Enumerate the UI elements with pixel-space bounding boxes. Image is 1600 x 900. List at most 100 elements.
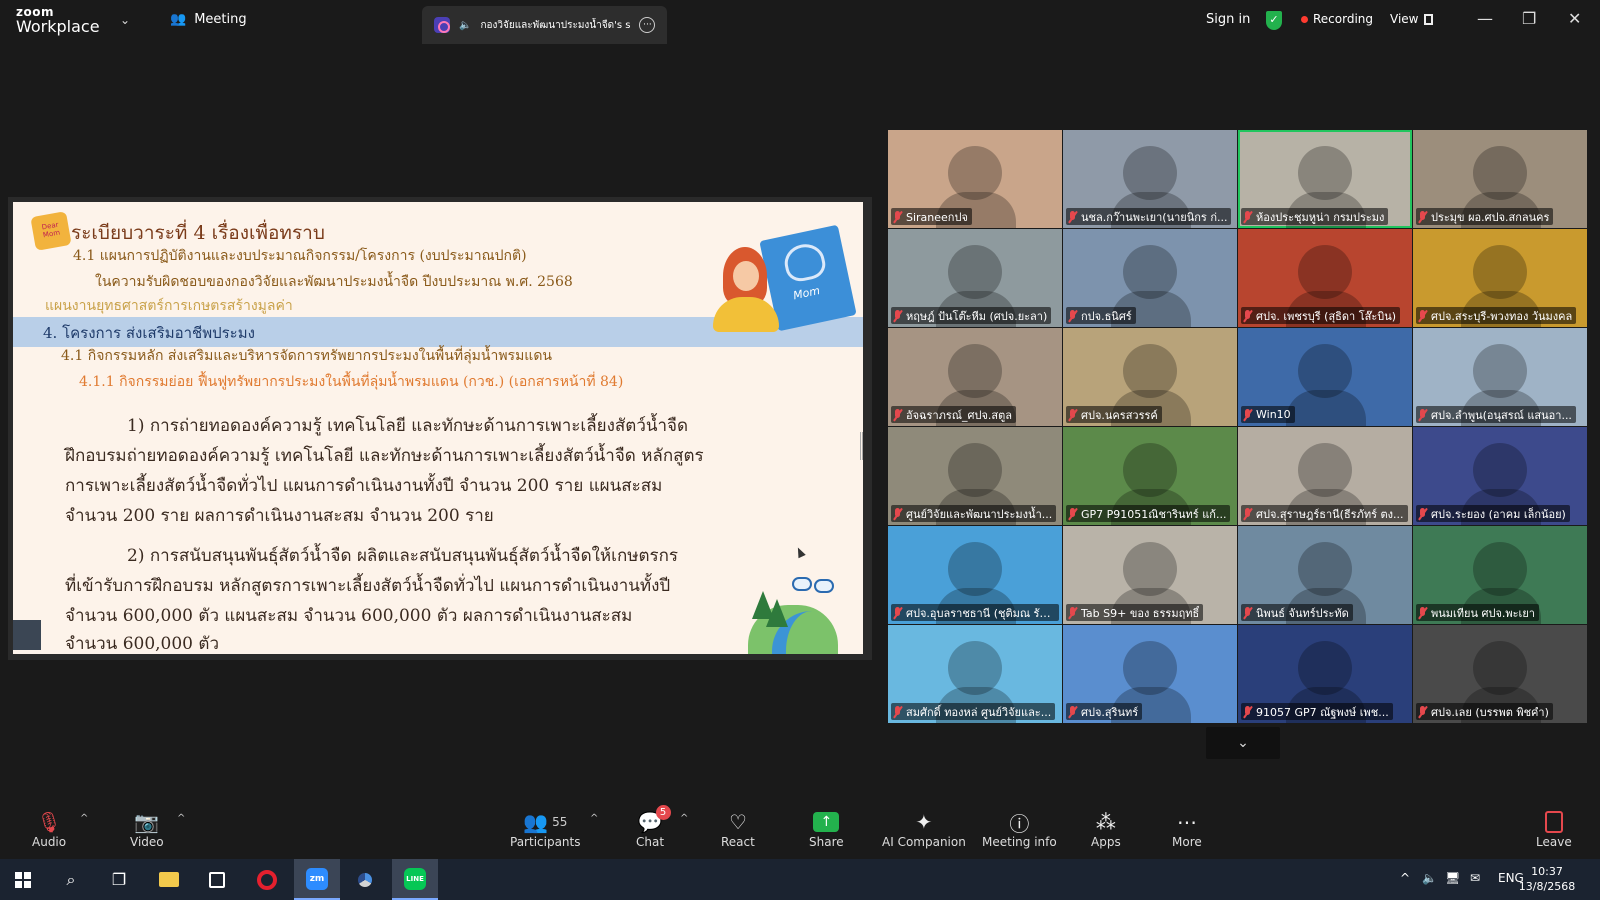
participant-name: Win10 — [1256, 408, 1291, 421]
participant-video-tile[interactable]: หฤษฎ์ ปันโต๊ะหีม (ศปจ.ยะลา) — [888, 229, 1062, 327]
chevron-down-icon[interactable]: ⌄ — [120, 13, 130, 27]
network-icon[interactable]: 🖥 — [1445, 871, 1460, 885]
participant-video-tile[interactable]: ประมุข ผอ.ศปจ.สกลนคร — [1413, 130, 1587, 228]
react-button[interactable]: ♡ React — [721, 809, 755, 849]
gallery-next-page-button[interactable]: ⌄ — [1206, 727, 1280, 759]
heart-react-icon: ♡ — [728, 810, 747, 834]
file-explorer-button[interactable] — [146, 859, 192, 900]
opera-icon — [257, 869, 277, 890]
participant-video-tile[interactable]: ศปจ.อุบลราชธานี (ชุติมณ รัต... — [888, 526, 1062, 624]
chat-icon: 💬 5 — [638, 805, 671, 835]
meeting-info-button[interactable]: ⓘ Meeting info — [982, 809, 1057, 850]
recording-indicator[interactable]: Recording — [1301, 12, 1373, 26]
participant-name-label: หฤษฎ์ ปันโต๊ะหีม (ศปจ.ยะลา) — [891, 307, 1052, 324]
restore-icon[interactable]: ❐ — [1522, 9, 1536, 28]
participant-video-tile[interactable]: พนมเทียน ศปจ.พะเยา — [1413, 526, 1587, 624]
participants-options-caret-icon[interactable]: ^ — [590, 813, 598, 824]
slide-subactivity: 4.1.1 กิจกรรมย่อย ฟื้นฟูทรัพยากรประมงในพ… — [79, 374, 624, 390]
participant-name-label: ประมุข ผอ.ศปจ.สกลนคร — [1416, 208, 1554, 225]
participant-video-tile[interactable]: 91057 GP7 ณัฐพงษ์ เพช... — [1238, 625, 1412, 723]
participant-video-tile[interactable]: Win10 — [1238, 328, 1412, 426]
meeting-tab[interactable]: 🔈 กองวิจัยและพัฒนาประมงน้ำจืด's s ··· — [422, 6, 667, 44]
participant-video-tile[interactable]: ศปจ.สุรินทร์ — [1063, 625, 1237, 723]
more-button[interactable]: ⋯ More — [1172, 809, 1202, 849]
slide-para1-line1: 1) การถ่ายทอดองค์ความรู้ เทคโนโลยี และทั… — [127, 416, 689, 436]
opera-button[interactable] — [244, 859, 290, 900]
sparkle-icon: ✦ — [915, 810, 933, 834]
zoom-workplace-logo[interactable]: zoom Workplace — [16, 6, 100, 35]
participant-name-label: อัจฉราภรณ์_ศปจ.สตูล — [891, 406, 1016, 423]
participant-name-label: ศปจ.เลย (บรรพต พิชคำ) — [1416, 703, 1553, 720]
store-button[interactable] — [194, 859, 240, 900]
minimize-icon[interactable]: — — [1477, 9, 1493, 28]
security-shield-icon[interactable]: ✓ — [1266, 11, 1282, 30]
search-button[interactable]: ⌕ — [48, 859, 94, 900]
chat-options-caret-icon[interactable]: ^ — [680, 813, 688, 824]
participant-name-label: 91057 GP7 ณัฐพงษ์ เพช... — [1241, 703, 1393, 720]
clock-date: 13/8/2568 — [1518, 880, 1576, 893]
participant-video-tile[interactable]: ศปจ.เลย (บรรพต พิชคำ) — [1413, 625, 1587, 723]
speaker-icon[interactable]: 🔈 — [459, 20, 471, 31]
more-options-icon[interactable]: ··· — [639, 17, 656, 33]
tray-chevron-icon[interactable]: ^ — [1400, 871, 1410, 885]
meeting-menu-button[interactable]: 👥 Meeting — [170, 12, 247, 27]
chat-button[interactable]: 💬 5 Chat — [636, 805, 671, 849]
task-view-button[interactable]: ❐ — [96, 859, 142, 900]
start-button[interactable] — [0, 859, 46, 900]
participant-video-tile[interactable]: กปจ.ธนิศร์ — [1063, 229, 1237, 327]
mic-muted-icon: 🎙 — [36, 810, 62, 834]
system-clock[interactable]: 10:37 13/8/2568 — [1512, 864, 1582, 894]
participant-video-tile[interactable]: ศปจ.ลำพูน(อนุสรณ์ แสนอา... — [1413, 328, 1587, 426]
audio-button[interactable]: 🎙 Audio — [32, 809, 66, 849]
participant-video-tile[interactable]: Tab S9+ ของ ธรรมฤทธิ์ — [1063, 526, 1237, 624]
volume-icon[interactable]: 🔈 — [1422, 871, 1437, 885]
participant-name-label: ห้องประชุมหูน่า กรมประมง — [1241, 208, 1389, 225]
participant-name-label: นิพนธ์ จันทร์ประทัด — [1241, 604, 1353, 621]
participant-name-label: ศปจ.สุราษฎร์ธานี(ธีรภัทร์ ตง... — [1241, 505, 1408, 522]
participants-count: 55 — [552, 815, 568, 829]
apps-button[interactable]: ⁂ Apps — [1091, 809, 1121, 849]
participant-video-tile[interactable]: ศปจ.นครสวรรค์ — [1063, 328, 1237, 426]
zoom-taskbar-button[interactable]: zm — [294, 859, 340, 900]
mic-muted-icon — [1418, 507, 1427, 520]
leave-button[interactable]: Leave — [1536, 809, 1572, 849]
mic-muted-icon — [1068, 309, 1077, 322]
ai-companion-button[interactable]: ✦ AI Companion — [882, 809, 966, 849]
slide-para2-line1: 2) การสนับสนุนพันธุ์สัตว์น้ำจืด ผลิตและส… — [127, 546, 679, 566]
participant-video-tile[interactable]: ห้องประชุมหูน่า กรมประมง — [1238, 130, 1412, 228]
shared-screen[interactable]: Dear Mom ระเบียบวาระที่ 4 เรื่องเพื่อทรา… — [8, 197, 872, 660]
panel-splitter-handle[interactable] — [860, 432, 863, 460]
participant-video-tile[interactable]: Siraneeกปจ — [888, 130, 1062, 228]
line-button[interactable]: LINE — [392, 859, 438, 900]
mouse-cursor-icon — [794, 545, 806, 559]
participant-video-tile[interactable]: สมศักดิ์ ทองหล่ ศูนย์วิจัยและ... — [888, 625, 1062, 723]
participant-video-tile[interactable]: อัจฉราภรณ์_ศปจ.สตูล — [888, 328, 1062, 426]
participant-video-tile[interactable]: GP7 P91051ณิชารินทร์ แก้... — [1063, 427, 1237, 525]
browser-button[interactable] — [342, 859, 388, 900]
slide-corner-block — [13, 620, 41, 650]
participant-video-tile[interactable]: ศปจ. เพชรบุรี (สุธิดา โส๊ะบิน) — [1238, 229, 1412, 327]
close-icon[interactable]: ✕ — [1568, 9, 1581, 28]
participant-video-tile[interactable]: ศปจ.สุราษฎร์ธานี(ธีรภัทร์ ตง... — [1238, 427, 1412, 525]
participant-name: 91057 GP7 ณัฐพงษ์ เพช... — [1256, 705, 1389, 719]
notification-icon[interactable]: ✉ — [1470, 871, 1480, 885]
share-button[interactable]: ↑ Share — [809, 809, 844, 849]
participant-video-tile[interactable]: ศปจ.สระบุรี-พวงทอง วันมงคล — [1413, 229, 1587, 327]
audio-options-caret-icon[interactable]: ^ — [80, 813, 88, 824]
participants-button[interactable]: 👥 55 Participants — [510, 809, 581, 849]
people-icon: 👥 — [170, 12, 187, 27]
mic-muted-icon — [1068, 705, 1077, 718]
participant-name-label: พนมเทียน ศปจ.พะเยา — [1416, 604, 1539, 621]
participant-name: สมศักดิ์ ทองหล่ ศูนย์วิจัยและ... — [906, 705, 1052, 719]
participant-video-tile[interactable]: นชล.กว๊านพะเยา(นายนิกร ก่... — [1063, 130, 1237, 228]
participant-name: กปจ.ธนิศร์ — [1081, 309, 1132, 323]
video-button[interactable]: 📷 Video — [130, 809, 164, 849]
mic-muted-icon — [1068, 507, 1077, 520]
participant-video-tile[interactable]: ศูนย์วิจัยและพัฒนาประมงน้ำ... — [888, 427, 1062, 525]
sign-in-button[interactable]: Sign in — [1206, 12, 1250, 27]
mic-muted-icon — [1243, 210, 1252, 223]
video-options-caret-icon[interactable]: ^ — [177, 813, 185, 824]
view-button[interactable]: View — [1390, 12, 1434, 26]
participant-video-tile[interactable]: นิพนธ์ จันทร์ประทัด — [1238, 526, 1412, 624]
participant-video-tile[interactable]: ศปจ.ระยอง (อาคม เล็กน้อย) — [1413, 427, 1587, 525]
